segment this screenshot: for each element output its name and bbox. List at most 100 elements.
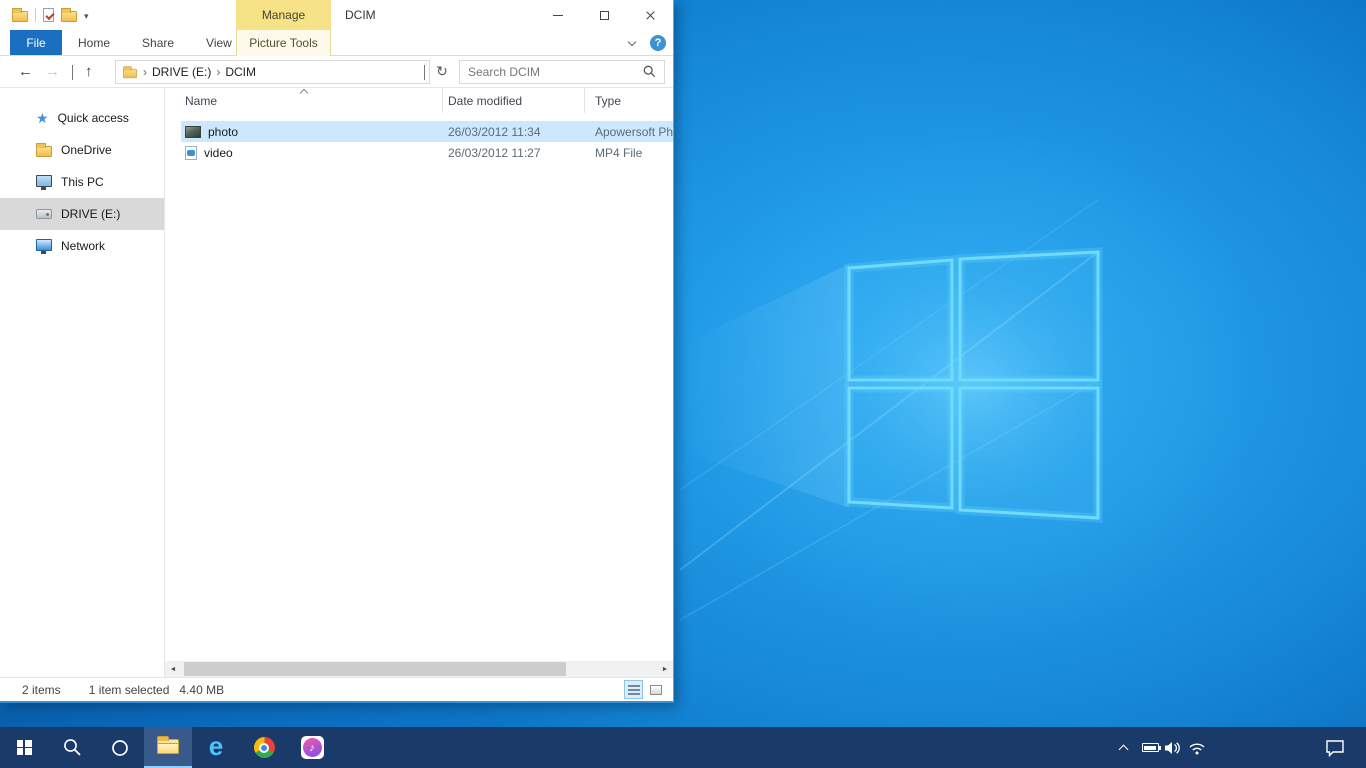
- column-header-type[interactable]: Type: [585, 88, 673, 113]
- explorer-main: ★ Quick access OneDrive This PC DRIVE (E…: [0, 88, 673, 677]
- breadcrumb-separator: ›: [216, 65, 220, 79]
- start-button[interactable]: [0, 727, 48, 768]
- thumbnails-view-button[interactable]: [646, 680, 665, 699]
- recent-locations-chevron[interactable]: [72, 65, 73, 79]
- tab-share[interactable]: Share: [126, 30, 190, 55]
- quick-access-star-icon: ★: [36, 111, 49, 125]
- tray-network-button[interactable]: [1184, 727, 1210, 768]
- action-center-button[interactable]: [1318, 727, 1352, 768]
- new-folder-icon[interactable]: [61, 11, 77, 22]
- internet-explorer-icon: e: [209, 733, 223, 759]
- status-selection-count: 1 item selected: [89, 683, 170, 697]
- file-type: Apowersoft Pho: [585, 125, 673, 139]
- sidebar-item-network[interactable]: Network: [0, 230, 164, 262]
- music-note-icon: ♪: [303, 738, 322, 757]
- file-name-cell: photo: [181, 125, 443, 139]
- sidebar-item-quick-access[interactable]: ★ Quick access: [0, 102, 164, 134]
- tab-file[interactable]: File: [10, 30, 62, 55]
- breadcrumb-separator: ›: [143, 65, 147, 79]
- history-nav-buttons: ← → ↑: [0, 64, 115, 79]
- file-row-photo[interactable]: photo 26/03/2012 11:34 Apowersoft Pho: [181, 121, 673, 142]
- explorer-window-icon[interactable]: [12, 11, 28, 22]
- chevron-up-icon: [1118, 744, 1128, 754]
- up-button[interactable]: ↑: [85, 64, 93, 79]
- taskbar-internet-explorer-button[interactable]: e: [192, 727, 240, 768]
- itunes-icon: ♪: [301, 736, 324, 759]
- close-button[interactable]: [627, 0, 673, 30]
- minimize-button[interactable]: [535, 0, 581, 30]
- properties-icon[interactable]: [43, 8, 54, 22]
- address-bar-row: ← → ↑ › DRIVE (E:) › DCIM ↻: [0, 56, 673, 88]
- sidebar-item-this-pc[interactable]: This PC: [0, 166, 164, 198]
- file-list-area: Name Date modified Type photo 26/03/2012…: [165, 88, 673, 677]
- scroll-left-arrow[interactable]: ◄: [165, 661, 181, 677]
- file-name: photo: [208, 125, 238, 139]
- video-file-icon: [185, 146, 197, 160]
- file-rows: photo 26/03/2012 11:34 Apowersoft Pho vi…: [165, 113, 673, 661]
- close-icon: [645, 10, 656, 21]
- status-bar: 2 items 1 item selected 4.40 MB: [0, 677, 673, 701]
- minimize-icon: [553, 15, 563, 16]
- search-box[interactable]: [459, 60, 665, 84]
- wifi-icon: [1188, 740, 1206, 755]
- this-pc-icon: [36, 175, 52, 187]
- taskbar-file-explorer-button[interactable]: [144, 727, 192, 768]
- search-input[interactable]: [468, 65, 643, 79]
- breadcrumb-dcim[interactable]: DCIM: [225, 65, 256, 79]
- help-button[interactable]: ?: [650, 35, 666, 51]
- horizontal-scrollbar[interactable]: ◄ ►: [165, 661, 673, 677]
- speaker-icon: [1164, 741, 1181, 755]
- scrollbar-thumb[interactable]: [184, 662, 566, 676]
- sidebar-item-onedrive[interactable]: OneDrive: [0, 134, 164, 166]
- status-item-count: 2 items: [22, 683, 61, 697]
- sidebar-item-label: This PC: [61, 175, 104, 189]
- details-view-icon: [628, 685, 640, 695]
- tab-picture-tools[interactable]: Picture Tools: [236, 30, 331, 56]
- location-folder-icon: [123, 68, 137, 77]
- maximize-button[interactable]: [581, 0, 627, 30]
- taskbar-search-button[interactable]: [48, 727, 96, 768]
- drive-icon: [36, 209, 52, 219]
- search-icon[interactable]: [643, 65, 656, 78]
- manage-contextual-tab[interactable]: Manage: [236, 0, 331, 30]
- tray-volume-button[interactable]: [1160, 727, 1184, 768]
- search-icon: [63, 738, 82, 757]
- sidebar-item-label: OneDrive: [61, 143, 112, 157]
- tray-show-hidden-icons-button[interactable]: [1112, 727, 1134, 768]
- network-icon: [36, 239, 52, 251]
- refresh-button[interactable]: ↻: [430, 60, 454, 84]
- cortana-icon: [111, 739, 129, 757]
- sidebar-item-label: DRIVE (E:): [61, 207, 120, 221]
- qat-divider: [35, 8, 36, 22]
- quick-access-toolbar: ▾: [0, 8, 89, 22]
- scrollbar-track[interactable]: [181, 661, 657, 677]
- file-row-video[interactable]: video 26/03/2012 11:27 MP4 File: [181, 142, 673, 163]
- maximize-icon: [600, 11, 609, 20]
- file-date: 26/03/2012 11:34: [443, 125, 585, 139]
- back-button[interactable]: ←: [18, 64, 33, 79]
- qat-customize-chevron-icon[interactable]: ▾: [84, 11, 89, 22]
- file-explorer-icon: [157, 739, 179, 754]
- taskbar-itunes-button[interactable]: ♪: [288, 727, 336, 768]
- address-bar[interactable]: › DRIVE (E:) › DCIM: [115, 60, 430, 84]
- cortana-button[interactable]: [96, 727, 144, 768]
- action-center-icon: [1325, 739, 1345, 757]
- window-title: DCIM: [345, 0, 376, 30]
- view-toggle-buttons: [624, 680, 665, 699]
- file-date: 26/03/2012 11:27: [443, 146, 585, 160]
- scroll-right-arrow[interactable]: ►: [657, 661, 673, 677]
- navigation-pane: ★ Quick access OneDrive This PC DRIVE (E…: [0, 88, 165, 677]
- ribbon-expand-button[interactable]: [621, 30, 643, 56]
- column-header-date-modified[interactable]: Date modified: [443, 88, 585, 113]
- ribbon-tabs: File Home Share View Picture Tools ?: [0, 30, 673, 56]
- taskbar-chrome-button[interactable]: [240, 727, 288, 768]
- chevron-down-icon: [424, 65, 425, 80]
- breadcrumb-drive[interactable]: DRIVE (E:): [152, 65, 211, 79]
- details-view-button[interactable]: [624, 680, 643, 699]
- titlebar[interactable]: ▾ Manage DCIM: [0, 0, 673, 30]
- sidebar-item-drive-e[interactable]: DRIVE (E:): [0, 198, 164, 230]
- tab-home[interactable]: Home: [62, 30, 126, 55]
- chrome-icon: [254, 737, 275, 758]
- address-dropdown-button[interactable]: [424, 65, 425, 79]
- forward-button[interactable]: →: [45, 64, 60, 79]
